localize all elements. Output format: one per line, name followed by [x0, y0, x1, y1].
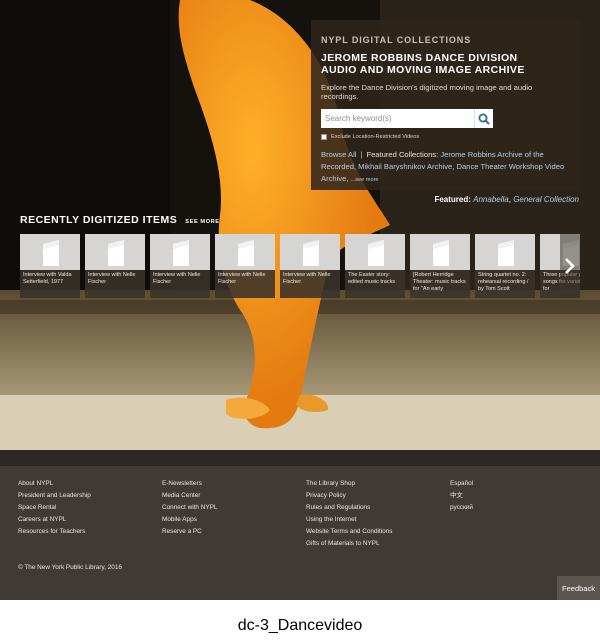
link-separator: | [360, 150, 363, 159]
footer-link[interactable]: E-Newsletters [162, 478, 217, 490]
search-form [321, 109, 493, 128]
footer-column-2: E-Newsletters Media Center Connect with NY… [162, 478, 217, 538]
footer-link[interactable]: русский [450, 502, 473, 514]
card-thumbnail [345, 234, 405, 270]
footer-column-4: Español 中文 русский [450, 478, 473, 514]
search-icon [478, 113, 490, 125]
carousel-next-button[interactable] [560, 234, 580, 298]
footer-link[interactable]: Connect with NYPL [162, 502, 217, 514]
see-more-collections-link[interactable]: ...see more [351, 177, 379, 183]
music-note-icon [108, 240, 124, 266]
footer-link[interactable]: Using the Internet [306, 514, 392, 526]
card-caption: Interview with Nelle Fischer [150, 270, 210, 298]
footer-link[interactable]: Rules and Regulations [306, 502, 392, 514]
music-note-icon [43, 240, 59, 266]
image-caption: dc-3_Dancevideo [237, 617, 363, 634]
collection-info-panel: NYPL DIGITAL COLLECTIONS JEROME ROBBINS … [311, 20, 580, 190]
card-thumbnail [280, 234, 340, 270]
title-line-2: AUDIO AND MOVING IMAGE ARCHIVE [321, 64, 525, 76]
card-thumbnail [215, 234, 275, 270]
featured-label: Featured: [434, 195, 471, 204]
site-kicker: NYPL DIGITAL COLLECTIONS [321, 35, 472, 45]
card-thumbnail [85, 234, 145, 270]
search-button[interactable] [474, 109, 493, 128]
footer-link[interactable]: Reserve a PC [162, 526, 217, 538]
footer-link[interactable]: Media Center [162, 490, 217, 502]
footer-link[interactable]: The Library Shop [306, 478, 392, 490]
featured-collections-label: Featured Collections: [366, 150, 439, 159]
footer-link[interactable]: Gifts of Materials to NYPL [306, 538, 392, 550]
recent-item-card[interactable]: Interview with Nelle Fischer [280, 234, 340, 298]
card-caption: Interview with Nelle Fischer [215, 270, 275, 298]
footer-link[interactable]: Careers at NYPL [18, 514, 91, 526]
footer-link[interactable]: Website Terms and Conditions [306, 526, 392, 538]
card-caption: Interview with Valda Setterfield, 1977 [20, 270, 80, 298]
card-thumbnail [475, 234, 535, 270]
recent-item-card[interactable]: Interview with Nelle Fischer [215, 234, 275, 298]
chevron-right-icon [565, 258, 575, 274]
music-note-icon [433, 240, 449, 266]
footer-top-strip [0, 450, 600, 466]
site-footer: About NYPL President and Leadership Space … [0, 450, 600, 600]
card-caption: Interview with Nelle Fischer [85, 270, 145, 298]
recent-item-card[interactable]: String quartet no. 2: rehearsal recordin… [475, 234, 535, 298]
copyright-text: © The New York Public Library, 2016 [18, 564, 122, 571]
featured-line: Featured: Annabella, General Collection [434, 195, 579, 204]
recent-item-card[interactable]: [Robert Herridge Theater: music tracks f… [410, 234, 470, 298]
collection-link-baryshnikov[interactable]: Mikhail Baryshnikov Archive, [358, 162, 454, 171]
footer-link[interactable]: Mobile Apps [162, 514, 217, 526]
music-note-icon [498, 240, 514, 266]
footer-link[interactable]: 中文 [450, 490, 473, 502]
recent-item-card[interactable]: The Easter story: edited music tracks [345, 234, 405, 298]
feedback-button[interactable]: Feedback [557, 576, 600, 600]
exclude-restricted-label: Exclude Location-Restricted Videos [331, 134, 420, 140]
card-caption: [Robert Herridge Theater: music tracks f… [410, 270, 470, 298]
music-note-icon [173, 240, 189, 266]
page-title: JEROME ROBBINS DANCE DIVISION AUDIO AND … [321, 52, 570, 76]
see-more-items-link[interactable]: SEE MORE [185, 219, 219, 225]
card-thumbnail [20, 234, 80, 270]
music-note-icon [303, 240, 319, 266]
recent-items-heading: RECENTLY DIGITIZED ITEMS [20, 214, 178, 226]
search-input[interactable] [321, 109, 474, 128]
music-note-icon [238, 240, 254, 266]
footer-link[interactable]: About NYPL [18, 478, 91, 490]
music-note-icon [368, 240, 384, 266]
panel-description: Explore the Dance Division's digitized m… [321, 83, 533, 101]
card-caption: The Easter story: edited music tracks [345, 270, 405, 298]
featured-link-annabella[interactable]: Annabella [473, 195, 509, 204]
footer-link[interactable]: President and Leadership [18, 490, 91, 502]
footer-column-1: About NYPL President and Leadership Space … [18, 478, 91, 538]
footer-link[interactable]: Privacy Policy [306, 490, 392, 502]
recent-item-card[interactable]: Interview with Nelle Fischer [150, 234, 210, 298]
footer-link[interactable]: Space Rental [18, 502, 91, 514]
footer-link[interactable]: Español [450, 478, 473, 490]
recent-items-carousel: Interview with Valda Setterfield, 1977 In… [20, 234, 580, 298]
recent-items-header: RECENTLY DIGITIZED ITEMS SEE MORE [20, 214, 220, 226]
card-thumbnail [150, 234, 210, 270]
footer-column-3: The Library Shop Privacy Policy Rules and … [306, 478, 392, 550]
browse-all-link[interactable]: Browse All [321, 150, 356, 159]
exclude-restricted-option: Exclude Location-Restricted Videos [321, 134, 570, 140]
footer-link[interactable]: Resources for Teachers [18, 526, 91, 538]
card-caption: Interview with Nelle Fischer [280, 270, 340, 298]
card-caption: String quartet no. 2: rehearsal recordin… [475, 270, 535, 298]
title-line-1: JEROME ROBBINS DANCE DIVISION [321, 52, 518, 64]
exclude-restricted-checkbox[interactable] [321, 134, 327, 140]
recent-item-card[interactable]: Interview with Nelle Fischer [85, 234, 145, 298]
recent-item-card[interactable]: Interview with Valda Setterfield, 1977 [20, 234, 80, 298]
collection-links: Browse All | Featured Collections: Jerome … [321, 149, 570, 186]
card-thumbnail [410, 234, 470, 270]
featured-link-general-collection[interactable]: General Collection [513, 195, 579, 204]
